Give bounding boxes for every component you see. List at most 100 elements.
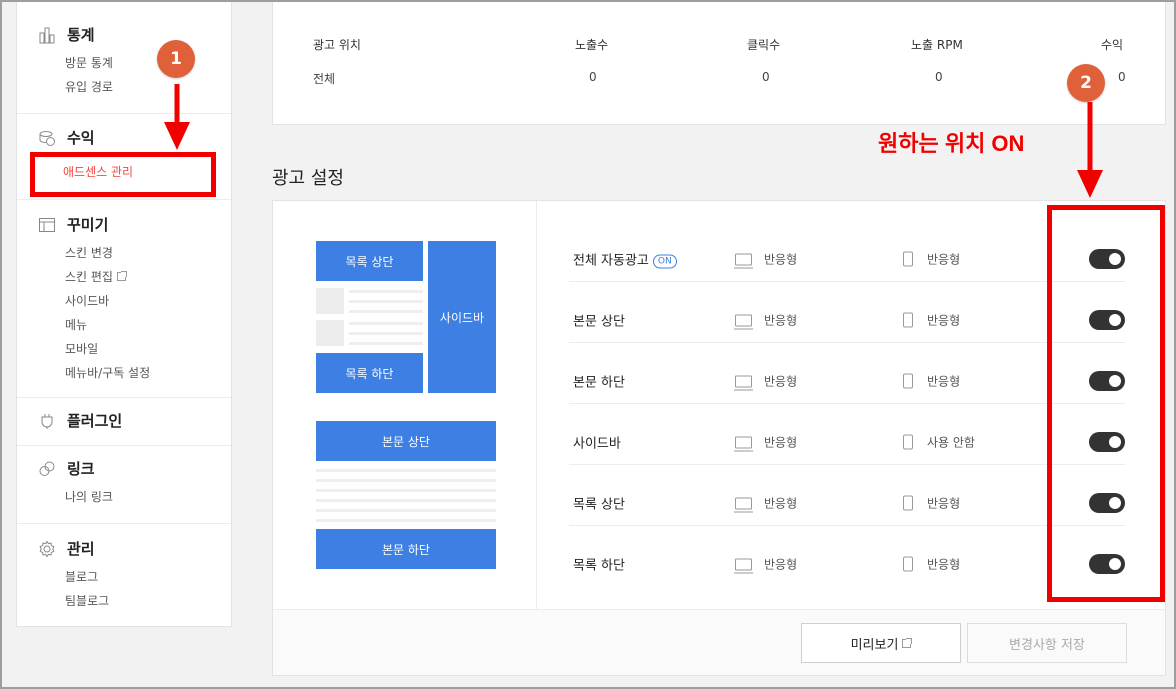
sidebar-group-decorate: 꾸미기 스킨 변경 스킨 편집 사이드바 메뉴 모바일 메뉴바/구독 설정 [17,200,231,398]
pc-format[interactable]: 반응형 [734,312,797,329]
ad-row-name: 본문 하단 [573,375,625,391]
stats-header-position: 광고 위치 [313,38,361,52]
annotation-arrow-down-icon [1077,102,1103,198]
pc-format[interactable]: 반응형 [734,434,797,451]
sidebar-group-manage: 관리 블로그 팀블로그 [17,524,231,624]
ad-row-body-bottom: 본문 하단 반응형 반응형 [569,343,1125,404]
mobile-icon [903,373,913,389]
sidebar-item-sidebar[interactable]: 사이드바 [65,292,109,309]
pc-format[interactable]: 반응형 [734,495,798,512]
monitor-icon [734,314,753,329]
pc-format[interactable]: 반응형 [734,373,798,390]
annotation-step-2: 2 [1067,64,1105,102]
bar-chart-icon [37,25,57,45]
sidebar: 통계 방문 통계 유입 경로 수익 애드센스 관리 꾸미기 스킨 변경 스킨 편… [16,2,232,627]
preview-thumb [316,320,344,346]
stats-cell-revenue: 0 [1118,70,1126,84]
ad-row-name: 본문 상단 [573,314,625,330]
preview-button[interactable]: 미리보기 [801,623,961,663]
mobile-icon [903,434,913,450]
sidebar-item-team-blog[interactable]: 팀블로그 [65,592,109,609]
preview-line [316,489,496,492]
preview-line [316,469,496,472]
mobile-format-label: 반응형 [927,496,961,511]
ad-layout-preview: 목록 상단 목록 하단 사이드바 본문 상단 본문 하단 [273,201,537,609]
pc-format-label: 반응형 [764,496,798,511]
preview-line [316,519,496,522]
ad-row-name: 사이드바 [573,436,621,452]
sidebar-title-stats[interactable]: 통계 [67,24,95,45]
mobile-format[interactable]: 반응형 [903,495,960,512]
sidebar-title-manage[interactable]: 관리 [67,538,95,559]
preview-line [349,290,423,293]
sidebar-item-visit-stats[interactable]: 방문 통계 [65,54,113,71]
mobile-icon [903,495,913,511]
preview-line [316,509,496,512]
preview-line [349,342,423,345]
mobile-format[interactable]: 반응형 [903,251,960,268]
sidebar-item-referrer[interactable]: 유입 경로 [65,78,113,95]
coins-icon [37,128,57,148]
ad-row-sidebar: 사이드바 반응형 사용 안함 [569,404,1125,465]
annotation-label: 원하는 위치 ON [878,131,1025,156]
mobile-format-label: 반응형 [927,313,961,328]
mobile-format-label: 반응형 [927,374,961,389]
preview-sidebar: 사이드바 [428,241,496,393]
stats-header-clicks: 클릭수 [747,38,781,52]
preview-line [316,479,496,482]
sidebar-item-skin-edit[interactable]: 스킨 편집 [65,268,127,285]
mobile-icon [903,312,913,328]
stats-header-impressions: 노출수 [575,38,609,52]
preview-button-label: 미리보기 [850,637,899,653]
pc-format[interactable]: 반응형 [734,556,798,573]
mobile-icon [903,251,913,267]
preview-line [316,499,496,502]
sidebar-title-link[interactable]: 링크 [67,458,95,479]
mobile-format-label: 사용 안함 [927,435,975,450]
revenue-stats-table: 광고 위치 노출수 클릭수 노출 RPM 수익 전체 0 0 0 0 [272,2,1166,125]
panel-footer: 미리보기 변경사항 저장 [273,609,1165,675]
annotation-box-toggles [1047,205,1165,602]
ad-row-list-top: 목록 상단 반응형 반응형 [569,465,1125,526]
mobile-format[interactable]: 반응형 [903,373,960,390]
monitor-icon [734,253,753,268]
sidebar-group-link: 링크 나의 링크 [17,446,231,524]
stats-cell-clicks: 0 [762,70,770,84]
mobile-format[interactable]: 사용 안함 [903,434,975,451]
stats-header-rpm: 노출 RPM [911,38,963,52]
save-changes-button[interactable]: 변경사항 저장 [967,623,1127,663]
sidebar-item-my-link[interactable]: 나의 링크 [65,488,113,505]
ad-row-name: 목록 하단 [573,558,625,574]
preview-line [349,310,423,313]
mobile-icon [903,556,913,572]
sidebar-item-mobile[interactable]: 모바일 [65,340,98,357]
mobile-format-label: 반응형 [927,557,961,572]
mobile-format[interactable]: 반응형 [903,312,960,329]
sidebar-title-decorate[interactable]: 꾸미기 [67,214,108,235]
sidebar-item-menu[interactable]: 메뉴 [65,316,87,333]
sidebar-title-plugin[interactable]: 플러그인 [67,410,122,431]
ad-settings-panel: 목록 상단 목록 하단 사이드바 본문 상단 본문 하단 전체 자동광고 ON 반… [272,200,1166,676]
sidebar-title-revenue[interactable]: 수익 [67,127,95,148]
stats-cell-rpm: 0 [935,70,943,84]
pc-format-label: 반응형 [764,374,798,389]
preview-body-top: 본문 상단 [316,421,496,461]
mobile-format[interactable]: 반응형 [903,556,960,573]
plug-icon [37,411,57,431]
status-badge: ON [652,254,677,269]
preview-thumb [316,288,344,314]
sidebar-item-blog[interactable]: 블로그 [65,568,98,585]
pc-format[interactable]: 반응형 [734,251,797,268]
pc-format-label: 반응형 [764,557,798,572]
annotation-step-1: 1 [157,40,195,78]
monitor-icon [734,375,753,390]
sidebar-item-skin-edit-label: 스킨 편집 [65,270,113,284]
preview-line [349,322,423,325]
preview-list-top: 목록 상단 [316,241,423,281]
stats-header-revenue: 수익 [1101,38,1124,52]
sidebar-item-skin-change[interactable]: 스킨 변경 [65,244,113,261]
ad-row-body-top: 본문 상단 반응형 반응형 [569,282,1125,343]
gear-icon [37,539,57,559]
stats-cell-position: 전체 [313,72,336,86]
sidebar-item-menubar[interactable]: 메뉴바/구독 설정 [65,364,150,381]
